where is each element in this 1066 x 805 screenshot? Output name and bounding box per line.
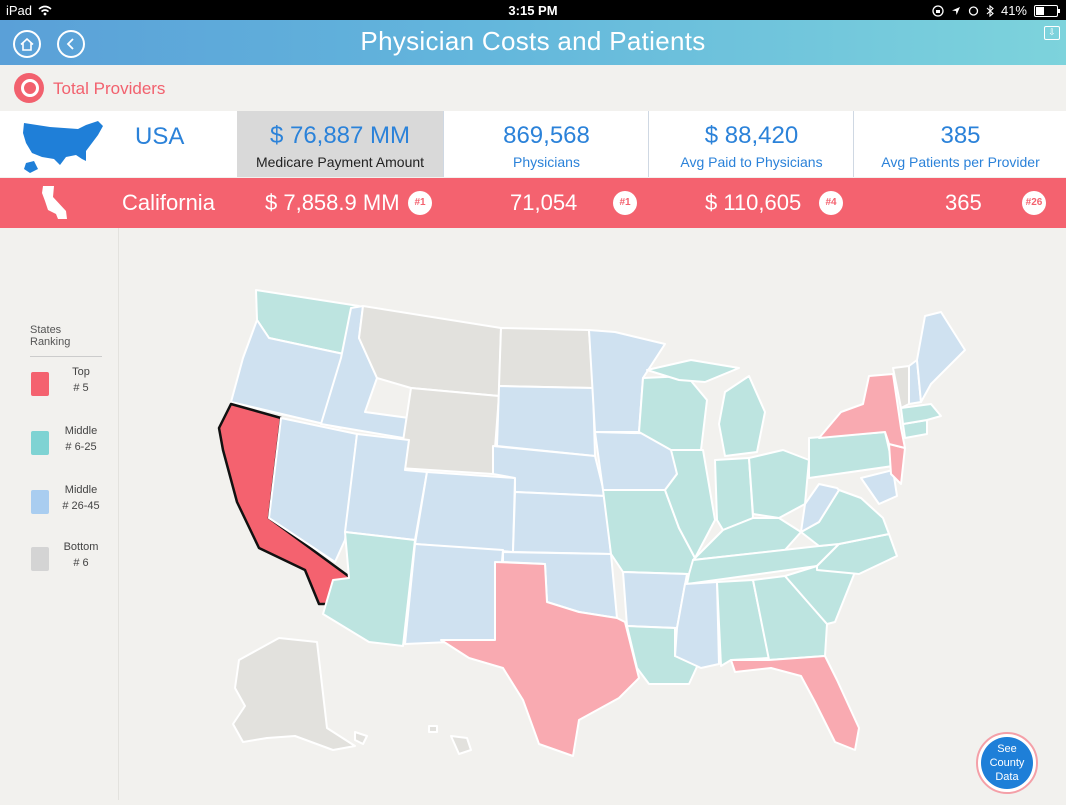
status-bar: iPad 3:15 PM 41%	[0, 0, 1066, 20]
state-avg-paid-value: $ 110,605	[705, 190, 802, 215]
state-hawaii[interactable]	[354, 725, 472, 755]
legend-range: # 5	[73, 382, 89, 394]
stat-value: $ 88,420	[704, 122, 799, 149]
legend-swatch	[31, 431, 49, 455]
legend-swatch	[31, 547, 49, 571]
california-icon	[42, 186, 67, 219]
battery-percent: 41%	[1000, 3, 1027, 18]
alarm-icon	[968, 6, 979, 16]
stat-value: $ 76,887 MM	[269, 122, 411, 149]
state-florida[interactable]	[730, 655, 860, 751]
state-physicians-value: 71,054	[510, 190, 578, 215]
rank-badge: #1	[408, 191, 432, 215]
states-ranking-legend: States Ranking Top # 5 Middle # 6-25 Mid…	[0, 228, 119, 800]
battery-icon	[1034, 4, 1060, 17]
download-button[interactable]: ⇩	[1044, 26, 1060, 40]
legend-label: Middle	[64, 425, 98, 437]
state-wyoming[interactable]	[398, 387, 500, 475]
selected-state-row: California $ 7,858.9 MM #1 71,054 #1 $ 1…	[0, 178, 1066, 228]
stat-medicare-payment[interactable]: $ 76,887 MM Medicare Payment Amount	[237, 111, 443, 177]
legend-label: Bottom	[63, 541, 99, 553]
nav-bar: Physician Costs and Patients ⇩	[0, 20, 1066, 65]
status-time: 3:15 PM	[508, 3, 558, 18]
rotation-lock-icon	[932, 4, 944, 17]
legend-range: # 26-45	[62, 500, 100, 512]
state-payment-value: $ 7,858.9 MM	[265, 190, 400, 215]
providers-row: Total Providers	[0, 65, 1066, 112]
stat-physicians[interactable]: 869,568 Physicians	[443, 111, 649, 177]
bluetooth-icon	[986, 4, 994, 17]
legend-swatch	[31, 490, 49, 514]
legend-range: # 6	[73, 557, 89, 569]
state-alaska[interactable]	[232, 637, 356, 751]
state-massachusetts[interactable]	[900, 403, 942, 425]
state-ohio[interactable]	[748, 449, 810, 519]
stat-avg-paid[interactable]: $ 88,420 Avg Paid to Physicians	[648, 111, 854, 177]
state-pennsylvania[interactable]	[808, 431, 894, 479]
providers-label[interactable]: Total Providers	[53, 79, 165, 99]
stat-caption: Medicare Payment Amount	[255, 154, 425, 170]
county-button-label: See County Data	[981, 737, 1033, 789]
state-colorado[interactable]	[414, 471, 516, 553]
location-icon	[951, 6, 960, 15]
stat-value: 385	[940, 122, 981, 149]
state-name: California	[122, 190, 215, 215]
state-new-mexico[interactable]	[404, 543, 504, 645]
state-montana[interactable]	[358, 305, 502, 397]
legend-title: States Ranking	[30, 324, 102, 357]
stat-value: 869,568	[503, 122, 590, 149]
state-michigan[interactable]	[718, 375, 766, 457]
usa-stats-row: USA $ 76,887 MM Medicare Payment Amount …	[0, 111, 1066, 177]
stat-avg-patients[interactable]: 385 Avg Patients per Provider	[853, 111, 1066, 177]
download-icon: ⇩	[1048, 27, 1056, 37]
see-county-data-button[interactable]: See County Data	[976, 732, 1038, 794]
state-arkansas[interactable]	[622, 571, 688, 629]
state-kansas[interactable]	[512, 491, 612, 555]
rank-badge: #26	[1022, 191, 1046, 215]
state-north-dakota[interactable]	[498, 327, 594, 389]
rank-badge: #4	[819, 191, 843, 215]
legend-range: # 6-25	[65, 441, 97, 453]
stat-caption: Avg Patients per Provider	[881, 154, 1040, 170]
search-logo-icon	[14, 73, 44, 103]
state-indiana[interactable]	[714, 457, 754, 531]
country-label: USA	[135, 123, 185, 150]
legend-swatch	[31, 372, 49, 396]
state-maine[interactable]	[916, 311, 966, 403]
state-avg-patients-value: 365	[945, 190, 982, 215]
us-states-map	[119, 228, 1066, 805]
usa-map-icon	[23, 121, 103, 173]
stat-caption: Physicians	[513, 154, 580, 170]
page-title: Physician Costs and Patients	[360, 26, 706, 56]
legend-label: Middle	[64, 484, 98, 496]
legend-label: Top	[72, 366, 90, 378]
state-south-dakota[interactable]	[496, 385, 596, 457]
rank-badge: #1	[613, 191, 637, 215]
stat-caption: Avg Paid to Physicians	[680, 154, 823, 170]
